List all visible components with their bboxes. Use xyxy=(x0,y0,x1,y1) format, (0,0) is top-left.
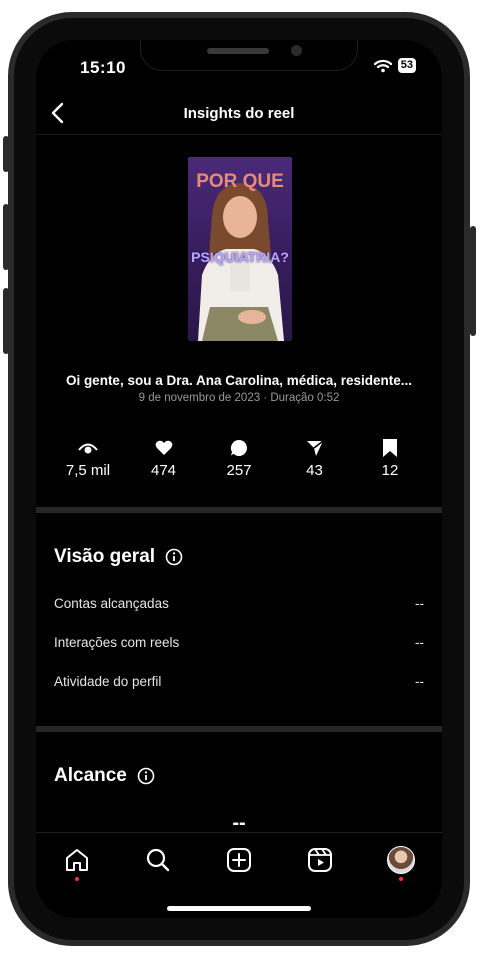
nav-create[interactable] xyxy=(222,843,256,877)
reach-heading: Alcance xyxy=(54,765,155,787)
front-camera xyxy=(291,45,302,56)
power-button xyxy=(470,226,476,336)
status-time: 15:10 xyxy=(80,58,126,77)
screen: 15:10 53 Insights do reel POR QUE PSIQUI… xyxy=(36,40,442,918)
divider xyxy=(36,726,442,732)
overview-heading: Visão geral xyxy=(54,546,183,568)
nav-home[interactable] xyxy=(60,843,94,881)
comments-count: 257 xyxy=(226,462,252,479)
mute-switch xyxy=(3,136,9,172)
notification-dot xyxy=(75,877,79,881)
volume-down-button xyxy=(3,288,9,354)
battery-indicator: 53 xyxy=(397,58,416,73)
overview-row-accounts-reached[interactable]: Contas alcançadas -- xyxy=(54,596,424,611)
shares-count: 43 xyxy=(306,462,323,479)
row-label: Contas alcançadas xyxy=(54,596,169,611)
stats-row: 7,5 mil 474 257 43 12 xyxy=(52,438,426,479)
divider xyxy=(36,507,442,513)
home-icon xyxy=(66,849,88,871)
overview-title: Visão geral xyxy=(54,546,156,567)
row-value: -- xyxy=(415,674,424,689)
bookmark-icon xyxy=(383,439,397,457)
nav-search[interactable] xyxy=(141,843,175,877)
saves-count: 12 xyxy=(381,462,399,479)
share-icon xyxy=(306,440,323,456)
reels-icon xyxy=(308,848,332,872)
notch xyxy=(140,40,358,71)
row-value: -- xyxy=(415,635,424,650)
create-icon xyxy=(227,848,251,872)
row-label: Interações com reels xyxy=(54,635,180,650)
info-icon[interactable] xyxy=(165,548,183,566)
notification-dot xyxy=(399,877,403,881)
comment-icon xyxy=(230,439,248,456)
nav-reels[interactable] xyxy=(303,843,337,877)
info-icon[interactable] xyxy=(137,767,155,785)
thumbnail-text-top: POR QUE xyxy=(196,171,284,192)
page-title: Insights do reel xyxy=(183,105,295,122)
overview-row-profile-activity[interactable]: Atividade do perfil -- xyxy=(54,674,424,689)
reach-title: Alcance xyxy=(54,765,127,786)
reel-caption: Oi gente, sou a Dra. Ana Carolina, médic… xyxy=(65,373,413,388)
overview-row-reel-interactions[interactable]: Interações com reels -- xyxy=(54,635,424,650)
heart-icon xyxy=(155,440,172,455)
reel-meta: 9 de novembro de 2023 · Duração 0:52 xyxy=(138,392,340,404)
status-icons: 53 xyxy=(373,58,416,73)
search-icon xyxy=(146,848,170,872)
profile-avatar xyxy=(387,846,415,874)
views-count: 7,5 mil xyxy=(65,462,111,479)
wifi-icon xyxy=(373,59,392,72)
stat-comments[interactable]: 257 xyxy=(203,438,275,479)
stat-likes[interactable]: 474 xyxy=(128,438,200,479)
likes-count: 474 xyxy=(150,462,177,479)
thumbnail-text-middle: PSIQUIATRIA? xyxy=(191,249,289,265)
nav-profile[interactable] xyxy=(384,843,418,881)
bottom-nav xyxy=(36,832,442,889)
eye-icon xyxy=(78,443,98,454)
row-label: Atividade do perfil xyxy=(54,674,162,689)
row-value: -- xyxy=(415,596,424,611)
stat-shares[interactable]: 43 xyxy=(279,438,351,479)
home-indicator[interactable] xyxy=(167,906,311,911)
reel-thumbnail[interactable]: POR QUE PSIQUIATRIA? xyxy=(188,157,292,341)
header: Insights do reel xyxy=(36,94,442,135)
volume-up-button xyxy=(3,204,9,270)
stat-views[interactable]: 7,5 mil xyxy=(52,438,124,479)
speaker xyxy=(207,48,269,54)
stat-saves[interactable]: 12 xyxy=(354,438,426,479)
